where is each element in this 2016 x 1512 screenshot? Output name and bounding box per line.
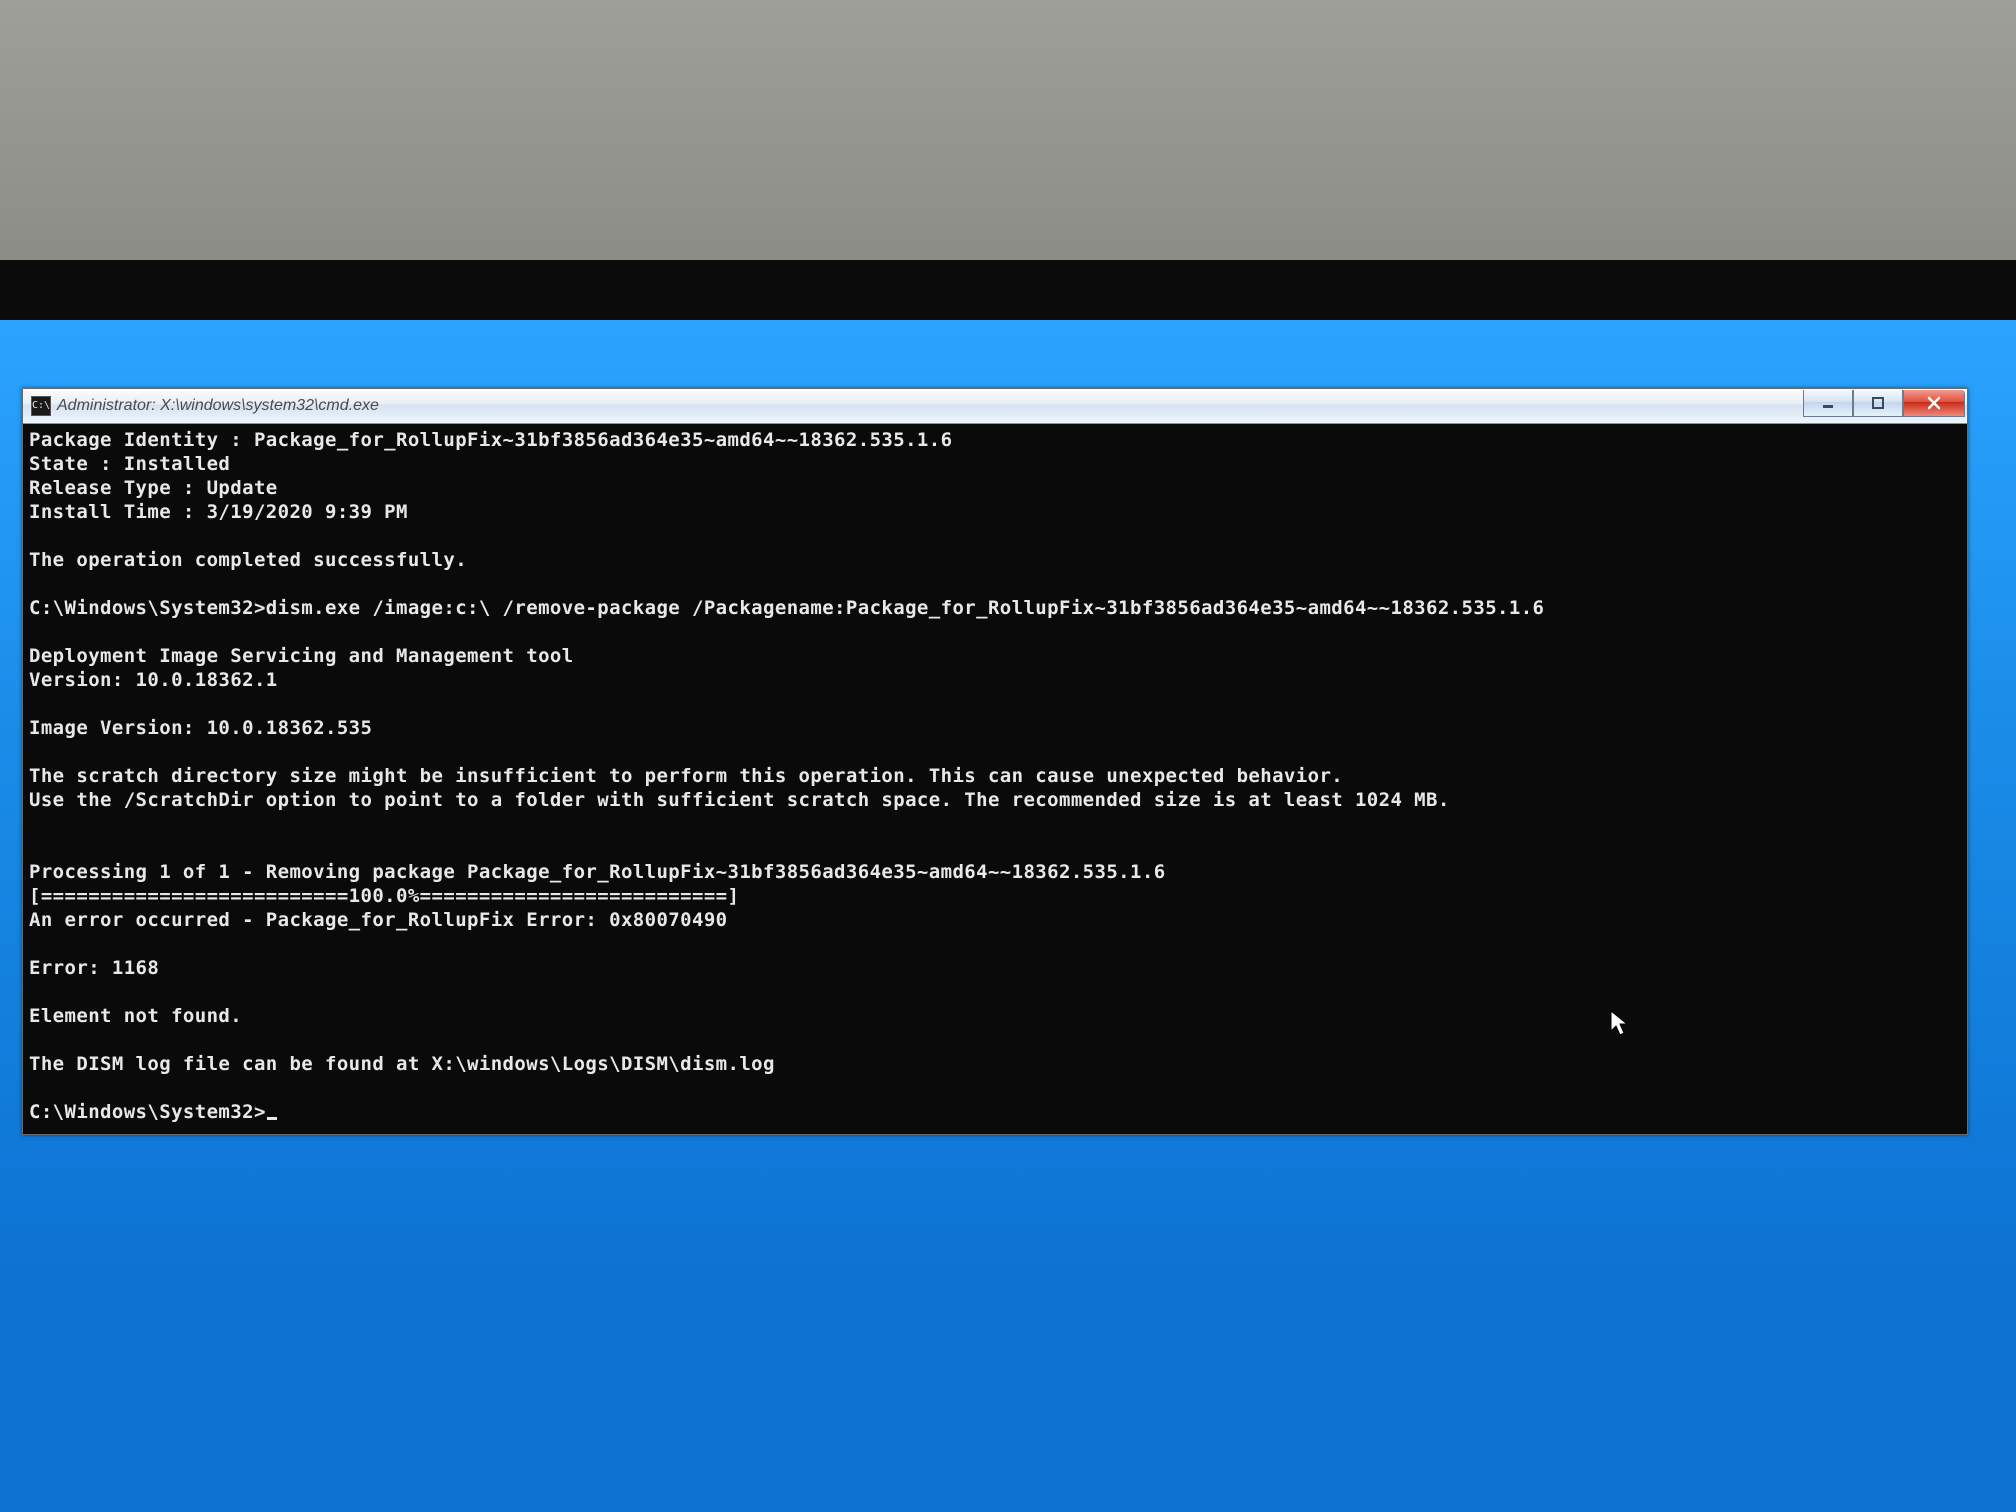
terminal-line: [==========================100.0%=======… — [29, 884, 1961, 908]
terminal-line: An error occurred - Package_for_RollupFi… — [29, 908, 1961, 932]
terminal-line — [29, 740, 1961, 764]
terminal-line: Error: 1168 — [29, 956, 1961, 980]
cmd-icon: C:\ — [31, 396, 51, 416]
wall-background — [0, 0, 2016, 260]
terminal-line — [29, 812, 1961, 836]
window-title: Administrator: X:\windows\system32\cmd.e… — [57, 397, 379, 415]
window-controls — [1803, 390, 1965, 417]
terminal-line — [29, 692, 1961, 716]
cmd-window: C:\ Administrator: X:\windows\system32\c… — [22, 388, 1968, 1135]
close-icon — [1926, 395, 1942, 411]
terminal-line — [29, 572, 1961, 596]
maximize-icon — [1871, 396, 1885, 410]
terminal-line: Element not found. — [29, 1004, 1961, 1028]
terminal-prompt-line[interactable]: C:\Windows\System32> — [29, 1100, 1961, 1124]
terminal-line: Processing 1 of 1 - Removing package Pac… — [29, 860, 1961, 884]
terminal-line: Version: 10.0.18362.1 — [29, 668, 1961, 692]
terminal-line: State : Installed — [29, 452, 1961, 476]
terminal-prompt: C:\Windows\System32> — [29, 1101, 266, 1123]
terminal-line: Install Time : 3/19/2020 9:39 PM — [29, 500, 1961, 524]
minimize-button[interactable] — [1803, 390, 1853, 417]
terminal-line — [29, 620, 1961, 644]
terminal-line — [29, 980, 1961, 1004]
terminal-line — [29, 836, 1961, 860]
minimize-icon — [1821, 396, 1835, 410]
terminal-line: The scratch directory size might be insu… — [29, 764, 1961, 788]
terminal-line: C:\Windows\System32>dism.exe /image:c:\ … — [29, 596, 1961, 620]
maximize-button[interactable] — [1853, 390, 1903, 417]
text-cursor — [267, 1117, 277, 1120]
terminal-line: Use the /ScratchDir option to point to a… — [29, 788, 1961, 812]
terminal-line — [29, 1076, 1961, 1100]
close-button[interactable] — [1903, 390, 1965, 417]
terminal-line — [29, 932, 1961, 956]
monitor-bezel — [0, 260, 2016, 320]
terminal-output[interactable]: Package Identity : Package_for_RollupFix… — [23, 424, 1967, 1134]
terminal-line: Release Type : Update — [29, 476, 1961, 500]
terminal-line: Deployment Image Servicing and Managemen… — [29, 644, 1961, 668]
terminal-line: The operation completed successfully. — [29, 548, 1961, 572]
terminal-line: Package Identity : Package_for_RollupFix… — [29, 428, 1961, 452]
window-titlebar[interactable]: C:\ Administrator: X:\windows\system32\c… — [23, 389, 1967, 424]
terminal-line — [29, 524, 1961, 548]
terminal-line — [29, 1028, 1961, 1052]
terminal-line: The DISM log file can be found at X:\win… — [29, 1052, 1961, 1076]
terminal-line: Image Version: 10.0.18362.535 — [29, 716, 1961, 740]
